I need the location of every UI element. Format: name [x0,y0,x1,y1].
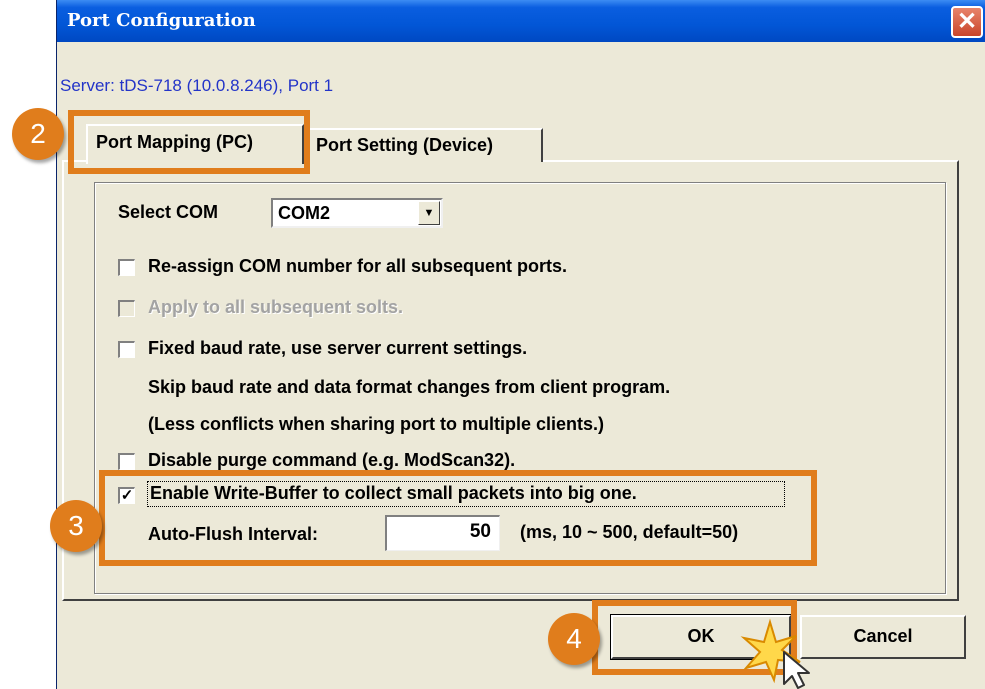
title-bar[interactable]: Port Configuration ✕ [57,0,985,42]
reassign-label[interactable]: Re-assign COM number for all subsequent … [148,256,567,277]
dropdown-arrow-icon[interactable]: ▼ [418,201,440,225]
apply-all-checkbox [118,300,135,317]
fixed-baud-label[interactable]: Fixed baud rate, use server current sett… [148,338,527,359]
window-title: Port Configuration [67,10,256,31]
select-com-label: Select COM [118,202,219,222]
step-4-badge: 4 [548,613,600,665]
pointer-arrow-icon [783,651,810,689]
select-com-value: COM2 [278,203,331,223]
close-button[interactable]: ✕ [951,6,983,38]
tab-port-setting[interactable]: Port Setting (Device) [306,128,543,162]
apply-all-label: Apply to all subsequent solts. [148,297,404,317]
step-3-highlight [99,470,817,566]
disable-purge-label[interactable]: Disable purge command (e.g. ModScan32). [148,450,515,471]
tab-port-mapping[interactable]: Port Mapping (PC) [86,124,304,164]
select-com-dropdown[interactable]: COM2 ▼ [271,198,443,228]
step-3-badge: 3 [50,500,102,552]
server-label: Server: tDS-718 (10.0.8.246), Port 1 [60,76,334,95]
fixed-baud-note-2: (Less conflicts when sharing port to mul… [148,414,605,434]
click-cursor-icon [740,618,810,689]
disable-purge-checkbox[interactable] [118,453,135,470]
reassign-checkbox[interactable] [118,259,135,276]
step-2-badge: 2 [12,108,64,160]
fixed-baud-checkbox[interactable] [118,341,135,358]
fixed-baud-note-1: Skip baud rate and data format changes f… [148,377,671,397]
